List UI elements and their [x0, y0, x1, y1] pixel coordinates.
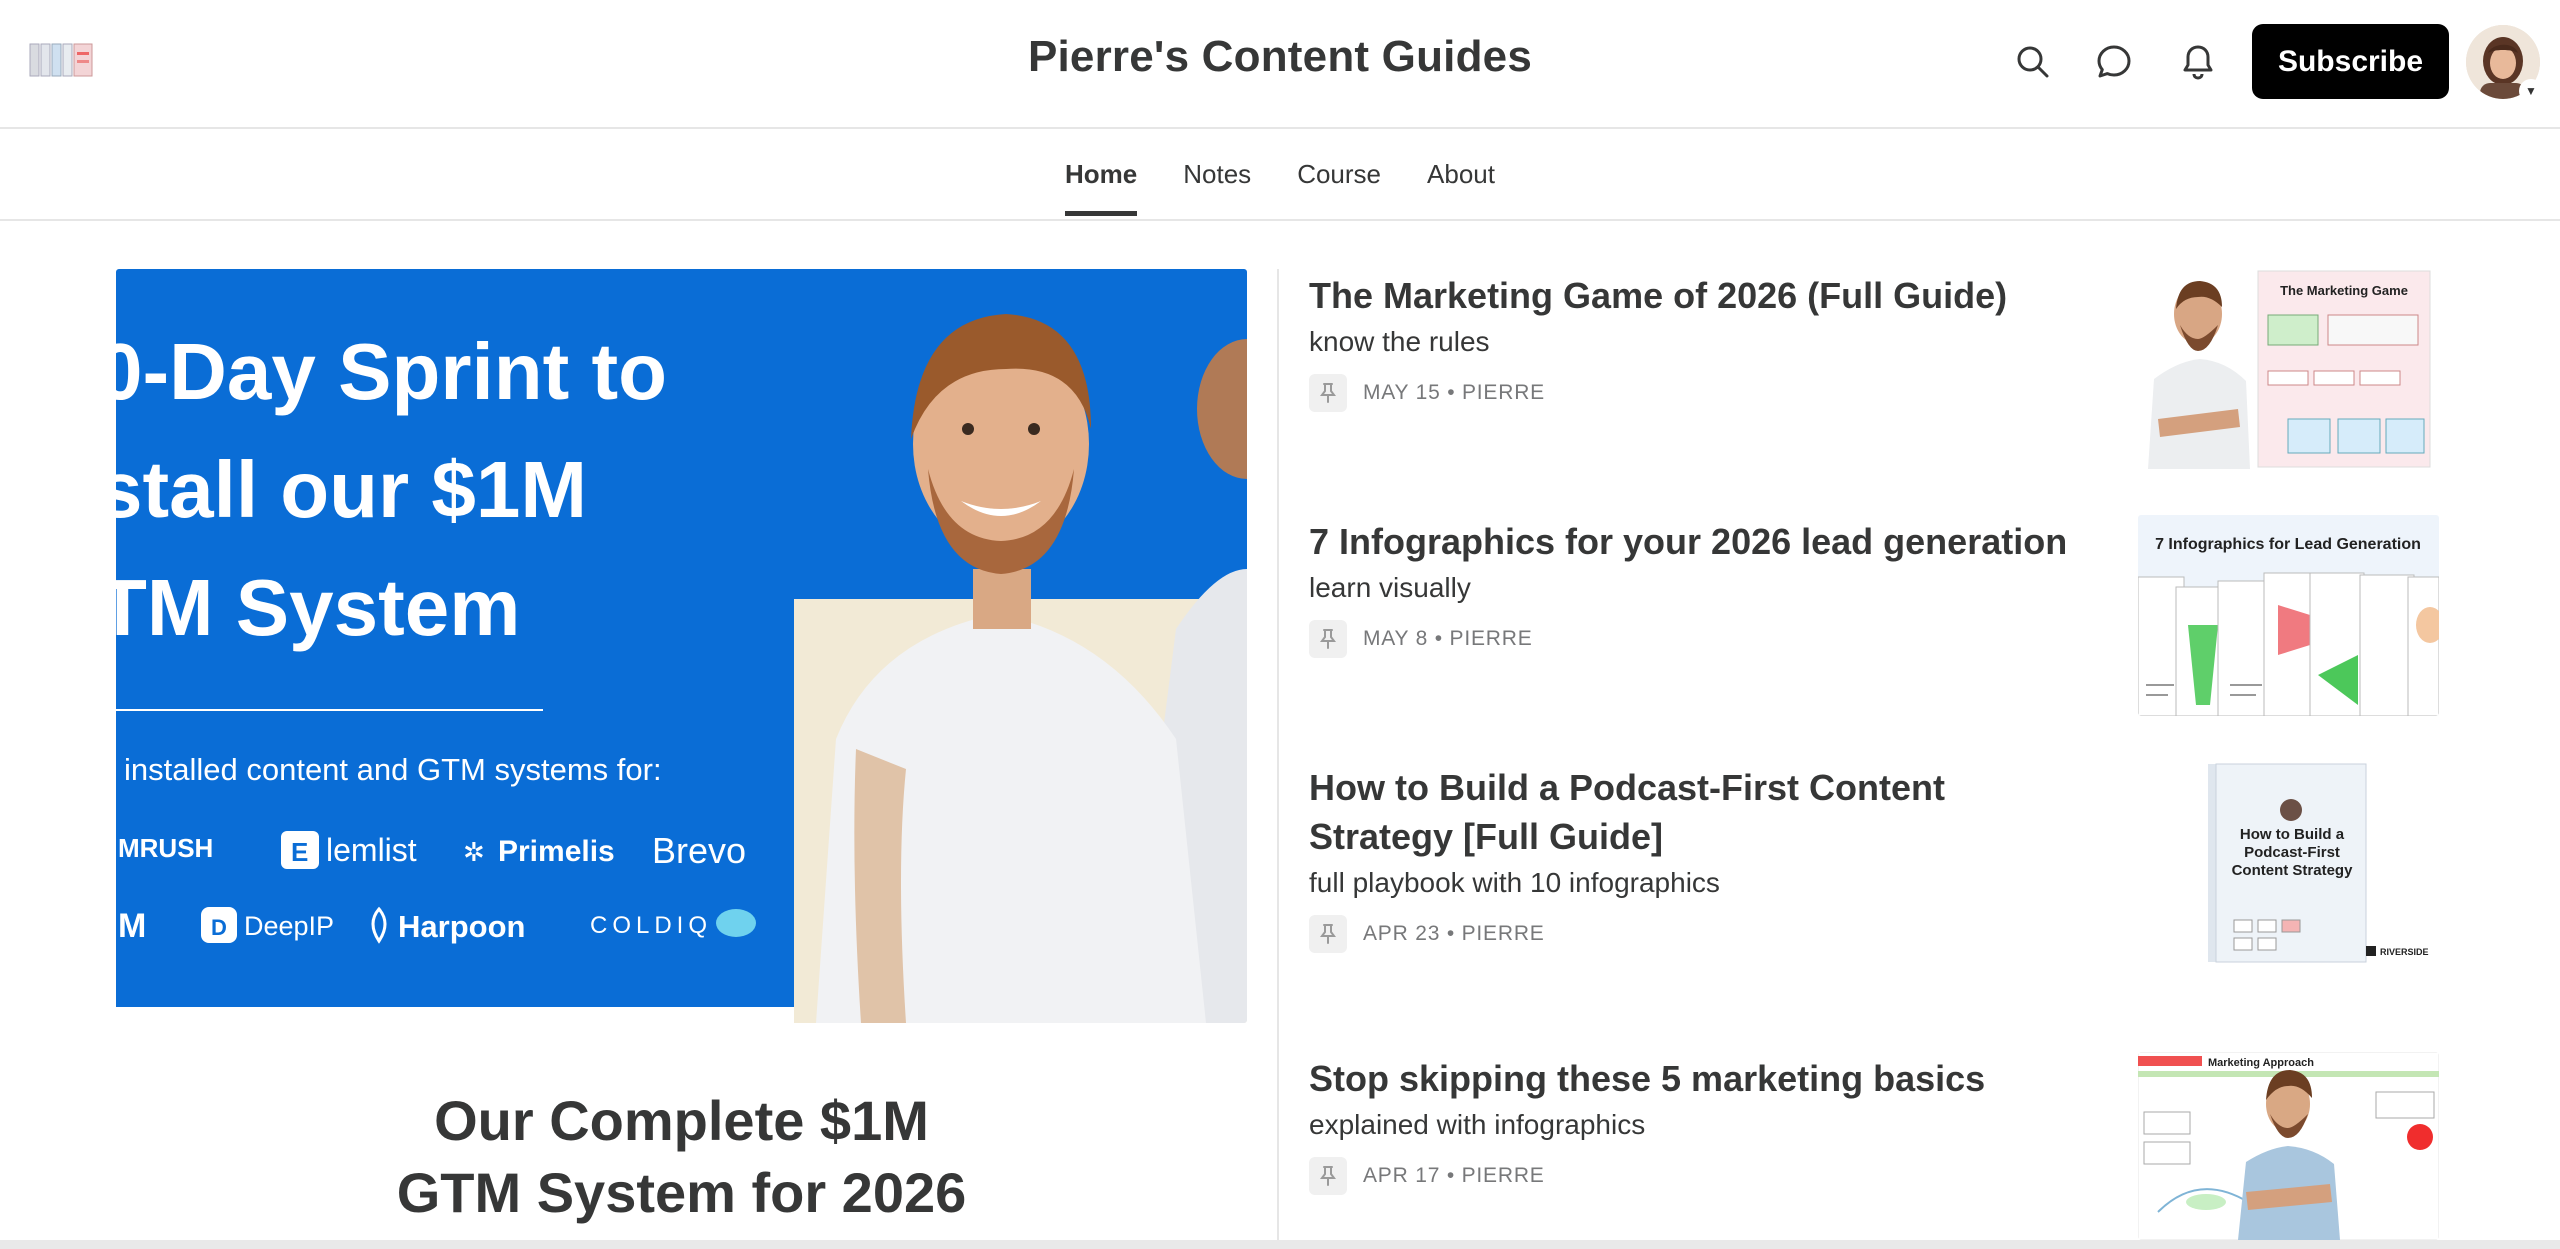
tab-notes[interactable]: Notes [1183, 159, 1251, 216]
post-author[interactable]: PIERRE [1462, 381, 1545, 405]
thumbnail-title: The Marketing Game [2280, 283, 2408, 298]
subscribe-button[interactable]: Subscribe [2252, 24, 2449, 99]
main-nav: Home Notes Course About [0, 131, 2560, 221]
featured-post-image[interactable]: 0-Day Sprint to stall our $1M TM System … [116, 269, 1247, 1023]
post-thumbnail[interactable]: The Marketing Game [2138, 269, 2432, 469]
svg-text:✲: ✲ [463, 837, 485, 867]
svg-text:E: E [291, 837, 308, 867]
featured-image-line-3: TM System [116, 563, 520, 652]
post-author[interactable]: PIERRE [1462, 922, 1545, 946]
chevron-down-icon[interactable]: ▼ [2519, 79, 2543, 103]
featured-title-line-2[interactable]: GTM System for 2026 [116, 1157, 1247, 1229]
post-thumbnail[interactable]: How to Build a Podcast-First Content Str… [2138, 760, 2438, 965]
site-header: Pierre's Content Guides Subscribe ▼ [0, 0, 2560, 129]
thumbnail-badge: RIVERSIDE [2380, 947, 2429, 957]
featured-image-line-1: 0-Day Sprint to [116, 327, 667, 416]
tab-about[interactable]: About [1427, 159, 1495, 216]
post-thumbnail[interactable]: Marketing Approach [2138, 1052, 2439, 1240]
logo-brevo: Brevo [652, 830, 746, 871]
post-title[interactable]: 7 Infographics for your 2026 lead genera… [1309, 517, 2089, 566]
tab-home[interactable]: Home [1065, 159, 1138, 216]
logo-semrush: MRUSH [118, 833, 213, 863]
post-title[interactable]: Stop skipping these 5 marketing basics [1309, 1054, 2089, 1103]
logo-coldiq: COLDIQ [590, 912, 712, 939]
featured-image-caption: installed content and GTM systems for: [124, 752, 662, 787]
pin-icon [1309, 620, 1347, 658]
featured-title-line-1[interactable]: Our Complete $1M [116, 1085, 1247, 1157]
horizontal-scrollbar[interactable] [0, 1240, 2560, 1249]
pin-icon [1309, 915, 1347, 953]
thumbnail-title: 7 Infographics for Lead Generation [2155, 536, 2421, 553]
chat-icon[interactable] [2088, 36, 2140, 88]
featured-image-line-2: stall our $1M [116, 445, 587, 534]
bell-icon[interactable] [2172, 36, 2224, 88]
post-title[interactable]: The Marketing Game of 2026 (Full Guide) [1309, 271, 2089, 320]
post-thumbnail[interactable]: 7 Infographics for Lead Generation [2138, 515, 2439, 716]
post-author[interactable]: PIERRE [1450, 627, 1533, 651]
post-date: APR 17 [1363, 1164, 1441, 1187]
featured-post-title[interactable]: Our Complete $1M GTM System for 2026 [116, 1085, 1247, 1229]
pin-icon [1309, 374, 1347, 412]
logo-harpoon: Harpoon [398, 909, 525, 944]
logo-primelis: Primelis [498, 835, 615, 868]
post-title[interactable]: How to Build a Podcast-First Content Str… [1309, 763, 2089, 861]
post-author[interactable]: PIERRE [1462, 1164, 1545, 1188]
svg-text:D: D [211, 915, 227, 940]
thumbnail-title: How to Build a Podcast-First Content Str… [2231, 826, 2353, 879]
post-date: MAY 8 [1363, 627, 1429, 650]
post-date: APR 23 [1363, 922, 1441, 945]
logo-partial-m: M [118, 907, 146, 945]
logo-deepip: DeepIP [244, 911, 334, 941]
column-divider [1277, 269, 1279, 1249]
tab-course[interactable]: Course [1297, 159, 1381, 216]
thumbnail-title: Marketing Approach [2208, 1057, 2314, 1069]
search-icon[interactable] [2007, 36, 2059, 88]
post-date: MAY 15 [1363, 381, 1441, 404]
logo-lemlist: lemlist [326, 832, 417, 868]
pin-icon [1309, 1157, 1347, 1195]
